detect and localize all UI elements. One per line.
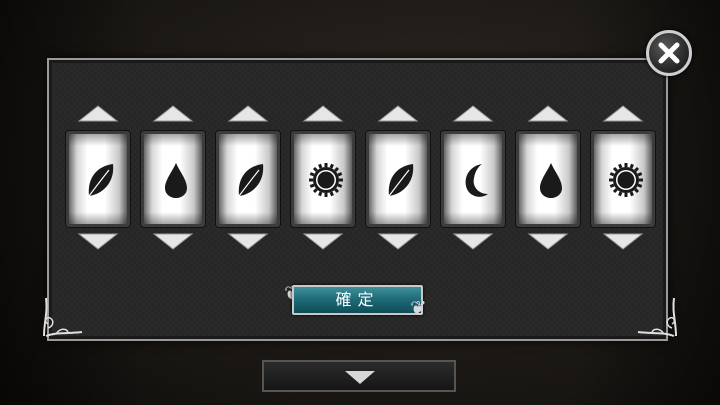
reel-up-arrow-button[interactable] <box>77 105 119 122</box>
water-drop-icon <box>165 163 187 198</box>
reel-5 <box>366 105 430 250</box>
reel-down-arrow-button[interactable] <box>227 233 269 250</box>
reel-up-arrow-button[interactable] <box>377 105 419 122</box>
leaf-icon <box>388 164 414 197</box>
reel-down-arrow-button[interactable] <box>302 233 344 250</box>
leaf-icon <box>238 164 264 197</box>
reel-8 <box>591 105 655 250</box>
reel-down-arrow-button[interactable] <box>452 233 494 250</box>
reel-tile <box>441 131 505 227</box>
corner-ornament-right-icon <box>637 297 677 337</box>
reel-3 <box>216 105 280 250</box>
reel-down-arrow-button[interactable] <box>377 233 419 250</box>
reel-up-arrow-button[interactable] <box>152 105 194 122</box>
reel-tile <box>216 131 280 227</box>
corner-ornament-left-icon <box>43 297 83 337</box>
reel-up-arrow-button[interactable] <box>302 105 344 122</box>
reel-7 <box>516 105 580 250</box>
leaf-icon <box>88 164 114 197</box>
reel-tile <box>366 131 430 227</box>
reel-up-arrow-button[interactable] <box>527 105 569 122</box>
close-icon <box>658 42 680 64</box>
reel-2 <box>141 105 205 250</box>
confirm-button[interactable]: 確定 <box>292 285 423 315</box>
moon-icon <box>465 164 488 197</box>
close-button[interactable] <box>646 30 692 76</box>
sun-icon <box>609 163 643 197</box>
reel-tile <box>516 131 580 227</box>
expand-tab-button[interactable] <box>262 360 456 392</box>
reel-up-arrow-button[interactable] <box>227 105 269 122</box>
reel-1 <box>66 105 130 250</box>
reel-tile <box>141 131 205 227</box>
reel-4 <box>291 105 355 250</box>
reel-tile <box>291 131 355 227</box>
reel-down-arrow-button[interactable] <box>152 233 194 250</box>
reel-down-arrow-button[interactable] <box>527 233 569 250</box>
water-drop-icon <box>540 163 562 198</box>
reel-tile <box>591 131 655 227</box>
sun-icon <box>309 163 343 197</box>
reel-up-arrow-button[interactable] <box>602 105 644 122</box>
reel-tile <box>66 131 130 227</box>
chevron-down-icon <box>345 371 375 384</box>
ornament-right-icon: ❦ <box>410 296 427 320</box>
reel-6 <box>441 105 505 250</box>
reel-down-arrow-button[interactable] <box>77 233 119 250</box>
reel-down-arrow-button[interactable] <box>602 233 644 250</box>
reel-up-arrow-button[interactable] <box>452 105 494 122</box>
